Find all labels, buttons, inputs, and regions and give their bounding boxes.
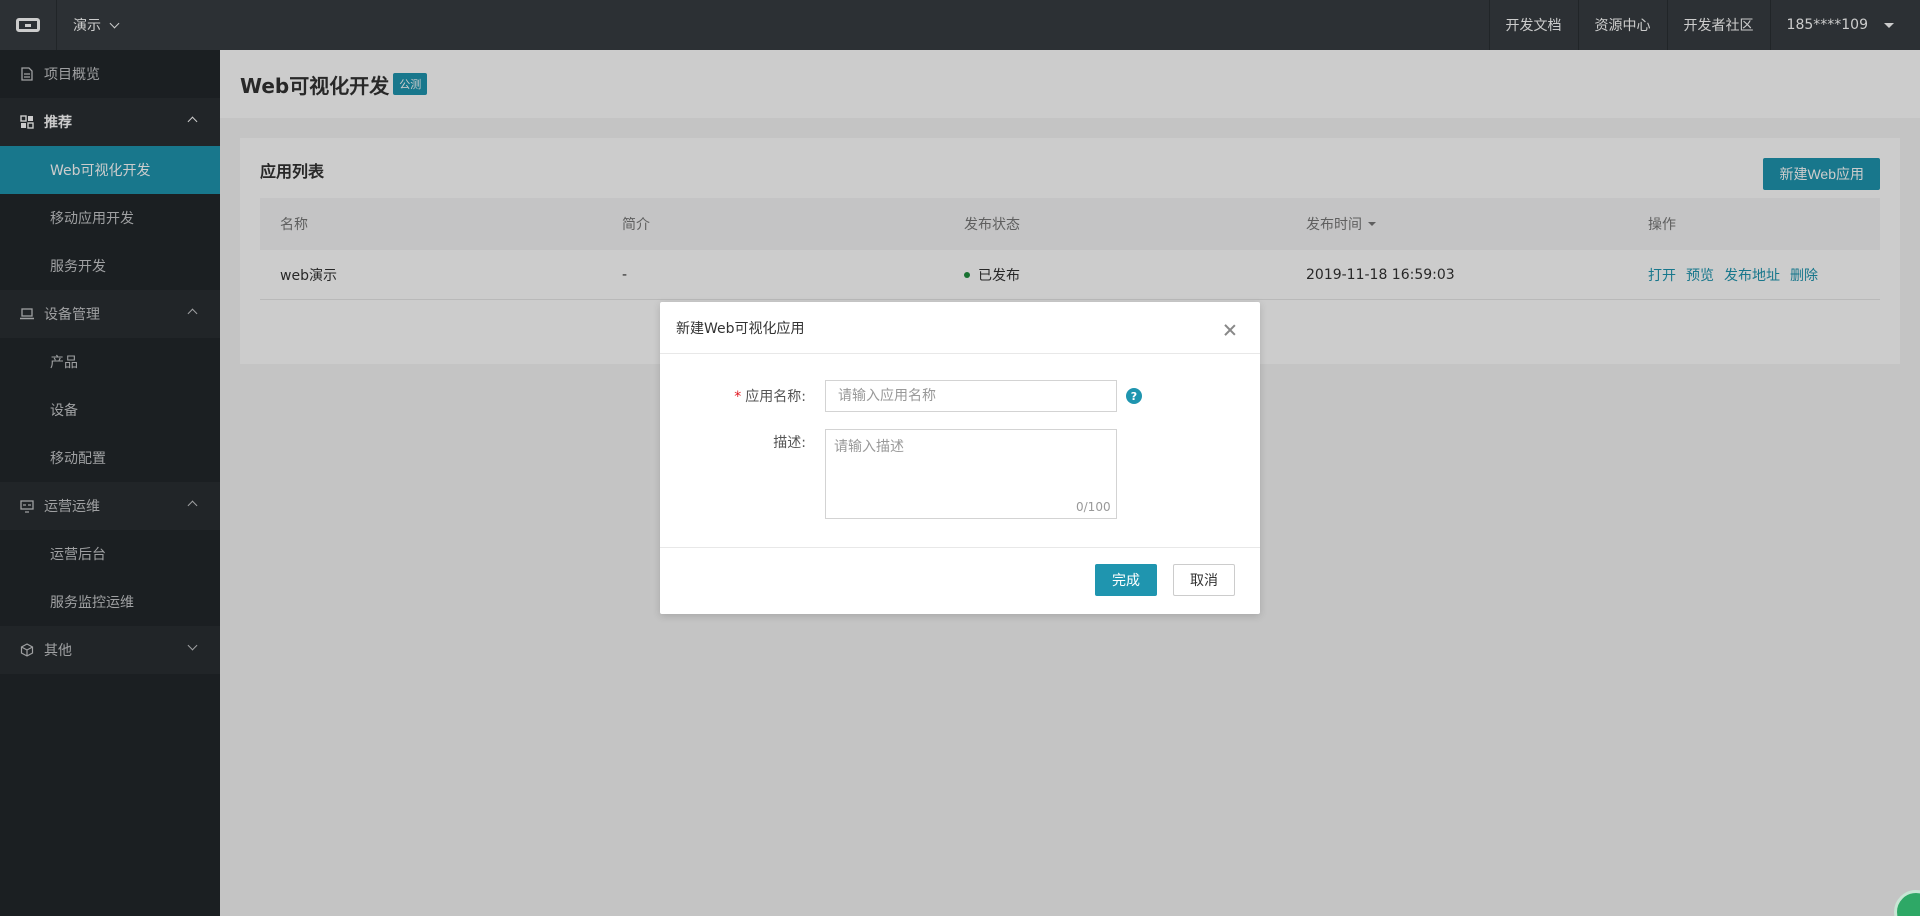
dialog-title: 新建Web可视化应用 bbox=[660, 302, 1260, 354]
name-label-text: 应用名称: bbox=[745, 389, 806, 405]
desc-label: 描述: bbox=[773, 435, 806, 451]
confirm-button[interactable]: 完成 bbox=[1095, 564, 1157, 596]
app-name-input[interactable] bbox=[825, 380, 1117, 412]
name-label: * 应用名称: bbox=[734, 386, 806, 406]
char-counter: 0/100 bbox=[1076, 500, 1111, 514]
name-form-row: *应用名称: ? bbox=[660, 380, 1260, 412]
cancel-button[interactable]: 取消 bbox=[1173, 564, 1235, 596]
required-mark: * bbox=[734, 389, 742, 405]
desc-form-row: 描述: 0/100 bbox=[660, 429, 1260, 519]
dialog-footer: 完成 取消 bbox=[660, 547, 1260, 614]
new-app-dialog: 新建Web可视化应用 *应用名称: ? 描述: 0/100 完成 取消 bbox=[660, 302, 1260, 614]
close-icon[interactable] bbox=[1224, 324, 1236, 336]
description-textarea[interactable] bbox=[825, 429, 1117, 519]
help-icon[interactable]: ? bbox=[1126, 388, 1142, 404]
